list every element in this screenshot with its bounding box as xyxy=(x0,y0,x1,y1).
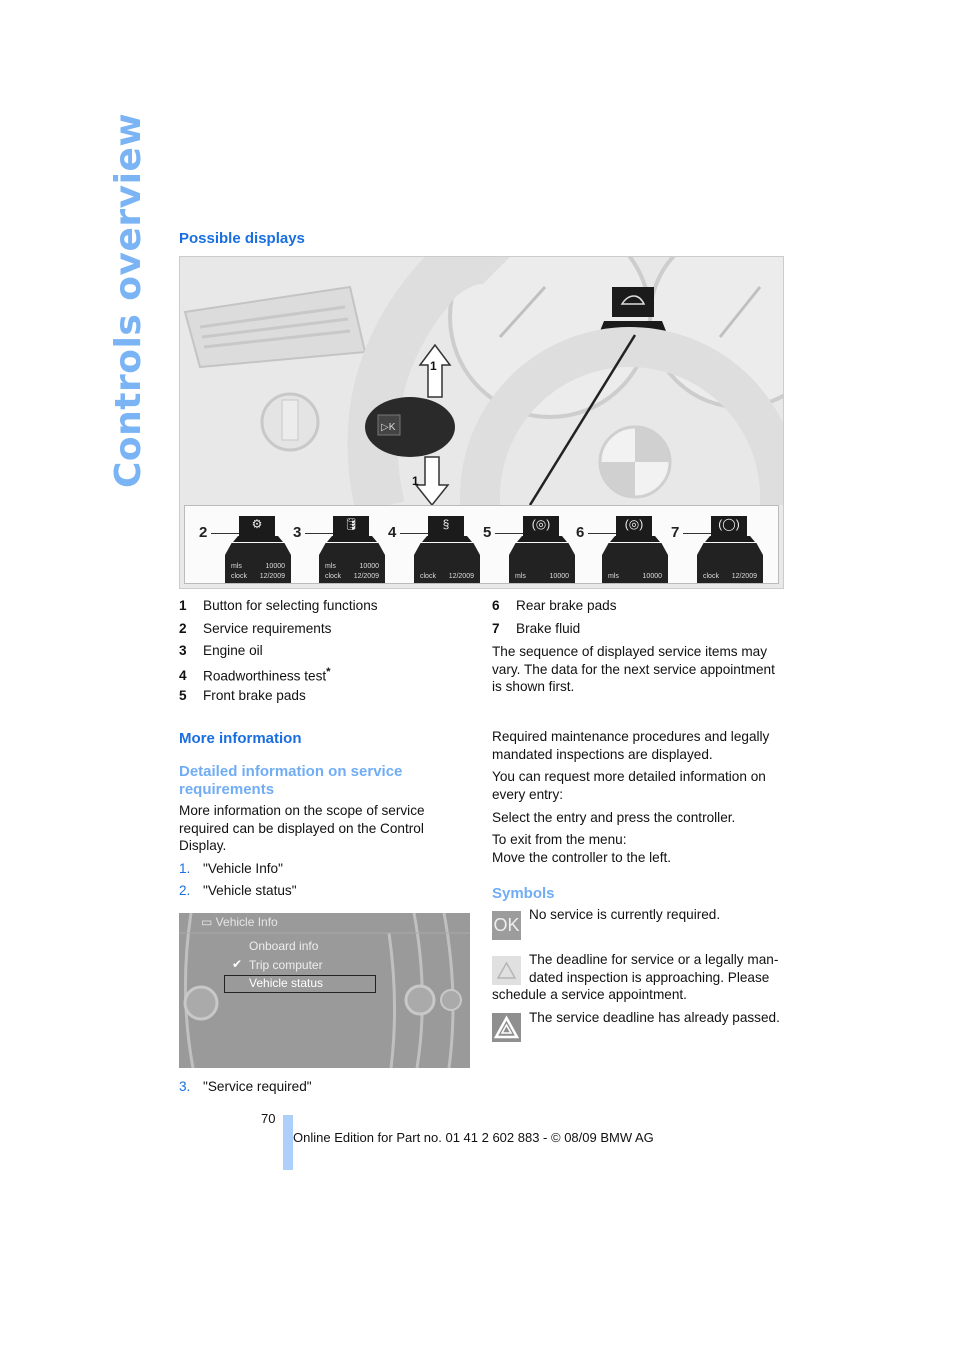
line2-label: clock xyxy=(325,573,341,580)
controller-knob-left xyxy=(183,985,219,1021)
symbol-ok-text: No service is currently required. xyxy=(529,907,721,922)
display-callout-3: 3 xyxy=(293,524,302,541)
legend-item: 3 Engine oil xyxy=(179,643,263,659)
symbols-heading: Symbols xyxy=(492,885,555,902)
line1-value: 10000 xyxy=(265,563,285,570)
symbol-approaching-text-a: The deadline for service or a legally ma… xyxy=(529,952,779,967)
symbol-approaching-text-b: dated inspection is approaching. Please xyxy=(529,970,770,985)
line2-value: 12/2009 xyxy=(448,573,474,580)
more-information-heading: More information xyxy=(179,730,302,747)
car-on-lift-icon: ⚙ xyxy=(251,517,263,531)
section-side-title: Controls overview xyxy=(108,112,149,488)
line2-label: clock xyxy=(420,573,436,580)
step-3: 3. "Service required" xyxy=(179,1079,312,1094)
menu-item-trip-computer[interactable]: Trip computer xyxy=(249,958,323,972)
service-display-3: 🛢 mls 10000 clock 12/2009 xyxy=(319,516,385,583)
display-callout-2: 2 xyxy=(199,524,208,541)
cockpit-illustration: ▷K 1 1 2 ⚙ mls 10000 clock 12/2009 3 🛢 mls 10000 c… xyxy=(179,256,784,589)
display-callout-5: 5 xyxy=(483,524,492,541)
service-display-5: (◎) mls 10000 xyxy=(509,516,575,583)
legend-item: 7 Brake fluid xyxy=(492,620,581,636)
rear-brake-icon: (◎) xyxy=(624,517,644,531)
legend-item: 1 Button for selecting functions xyxy=(179,598,378,613)
callout-down: 1 xyxy=(412,474,419,488)
paragraph-request-info: You can request more detailed informatio… xyxy=(492,769,766,802)
paragraph-displayed: Required maintenance procedures and lega… xyxy=(492,729,770,762)
line2-label: clock xyxy=(703,573,719,580)
possible-displays-heading: Possible displays xyxy=(179,230,305,247)
display-callout-4: 4 xyxy=(388,524,397,541)
service-display-2: ⚙ mls 10000 clock 12/2009 xyxy=(225,516,291,583)
display-variants-strip: 2 ⚙ mls 10000 clock 12/2009 3 🛢 mls 10000 clock 12/… xyxy=(184,505,779,584)
dashboard-drawing: ▷K 1 1 xyxy=(180,257,783,505)
instrument-display-top xyxy=(612,287,654,317)
line2-value: 10000 xyxy=(642,573,662,580)
symbol-approaching-text-c: schedule a service appointment. xyxy=(492,987,687,1002)
legend-item: 5 Front brake pads xyxy=(179,688,306,704)
legend-item: 2 Service requirements xyxy=(179,620,332,636)
oil-can-icon: 🛢 xyxy=(343,517,359,531)
line1-label: mls xyxy=(325,563,336,570)
service-display-4: § clock 12/2009 xyxy=(414,516,480,583)
svg-text:▷K: ▷K xyxy=(381,422,396,433)
vehicle-info-screen: ▭ Vehicle Info Onboard info ✔ Trip compu… xyxy=(179,913,470,1068)
symbol-passed-text: The service deadline has already passed. xyxy=(529,1010,780,1025)
line2-value: 12/2009 xyxy=(353,573,379,580)
line1-value: 10000 xyxy=(359,563,379,570)
front-brake-icon: (◎) xyxy=(531,517,551,531)
footer-bar xyxy=(283,1115,293,1170)
warning-dark-icon xyxy=(492,1013,521,1042)
detailed-info-intro: More information on the scope of service… xyxy=(179,803,425,854)
line2-value: 12/2009 xyxy=(731,573,757,580)
footnote-asterisk: * xyxy=(326,665,331,678)
ok-icon: OK xyxy=(492,911,521,940)
menu-item-onboard-info[interactable]: Onboard info xyxy=(249,939,318,953)
line2-label: clock xyxy=(231,573,247,580)
paragraph-select-entry: Select the entry and press the controlle… xyxy=(492,810,736,825)
step-2: 2. "Vehicle status" xyxy=(179,883,297,898)
legend-item: 6 Rear brake pads xyxy=(492,598,617,613)
edition-text: Online Edition for Part no. 01 41 2 602 … xyxy=(293,1130,654,1145)
service-display-7: (◯) clock 12/2009 xyxy=(697,516,763,583)
screen-title: ▭ Vehicle Info xyxy=(201,915,278,929)
paragraph-move-left: Move the controller to the left. xyxy=(492,850,672,865)
line2-label: mls xyxy=(608,573,619,580)
brake-fluid-icon: (◯) xyxy=(718,517,740,531)
service-display-6: (◎) mls 10000 xyxy=(602,516,668,583)
page-number: 70 xyxy=(261,1111,276,1126)
line2-label: mls xyxy=(515,573,526,580)
line2-value: 10000 xyxy=(549,573,569,580)
line2-value: 12/2009 xyxy=(259,573,285,580)
legend-item: 4 Roadworthiness test* xyxy=(179,665,331,684)
check-icon: ✔ xyxy=(232,957,243,971)
detailed-info-subheading: Detailed information on service requirem… xyxy=(179,763,403,798)
callout-up: 1 xyxy=(430,359,437,373)
vehicle-info-icon: ▭ xyxy=(201,915,216,929)
warning-light-icon xyxy=(492,956,521,985)
menu-item-vehicle-status[interactable]: Vehicle status xyxy=(249,976,323,990)
display-callout-6: 6 xyxy=(576,524,585,541)
display-callout-7: 7 xyxy=(671,524,680,541)
line1-label: mls xyxy=(231,563,242,570)
step-1: 1. "Vehicle Info" xyxy=(179,861,283,876)
paragraph-exit-menu: To exit from the menu: xyxy=(492,832,627,847)
section-car-icon: § xyxy=(442,517,450,531)
sequence-note: The sequence of displayed service items … xyxy=(492,644,775,695)
